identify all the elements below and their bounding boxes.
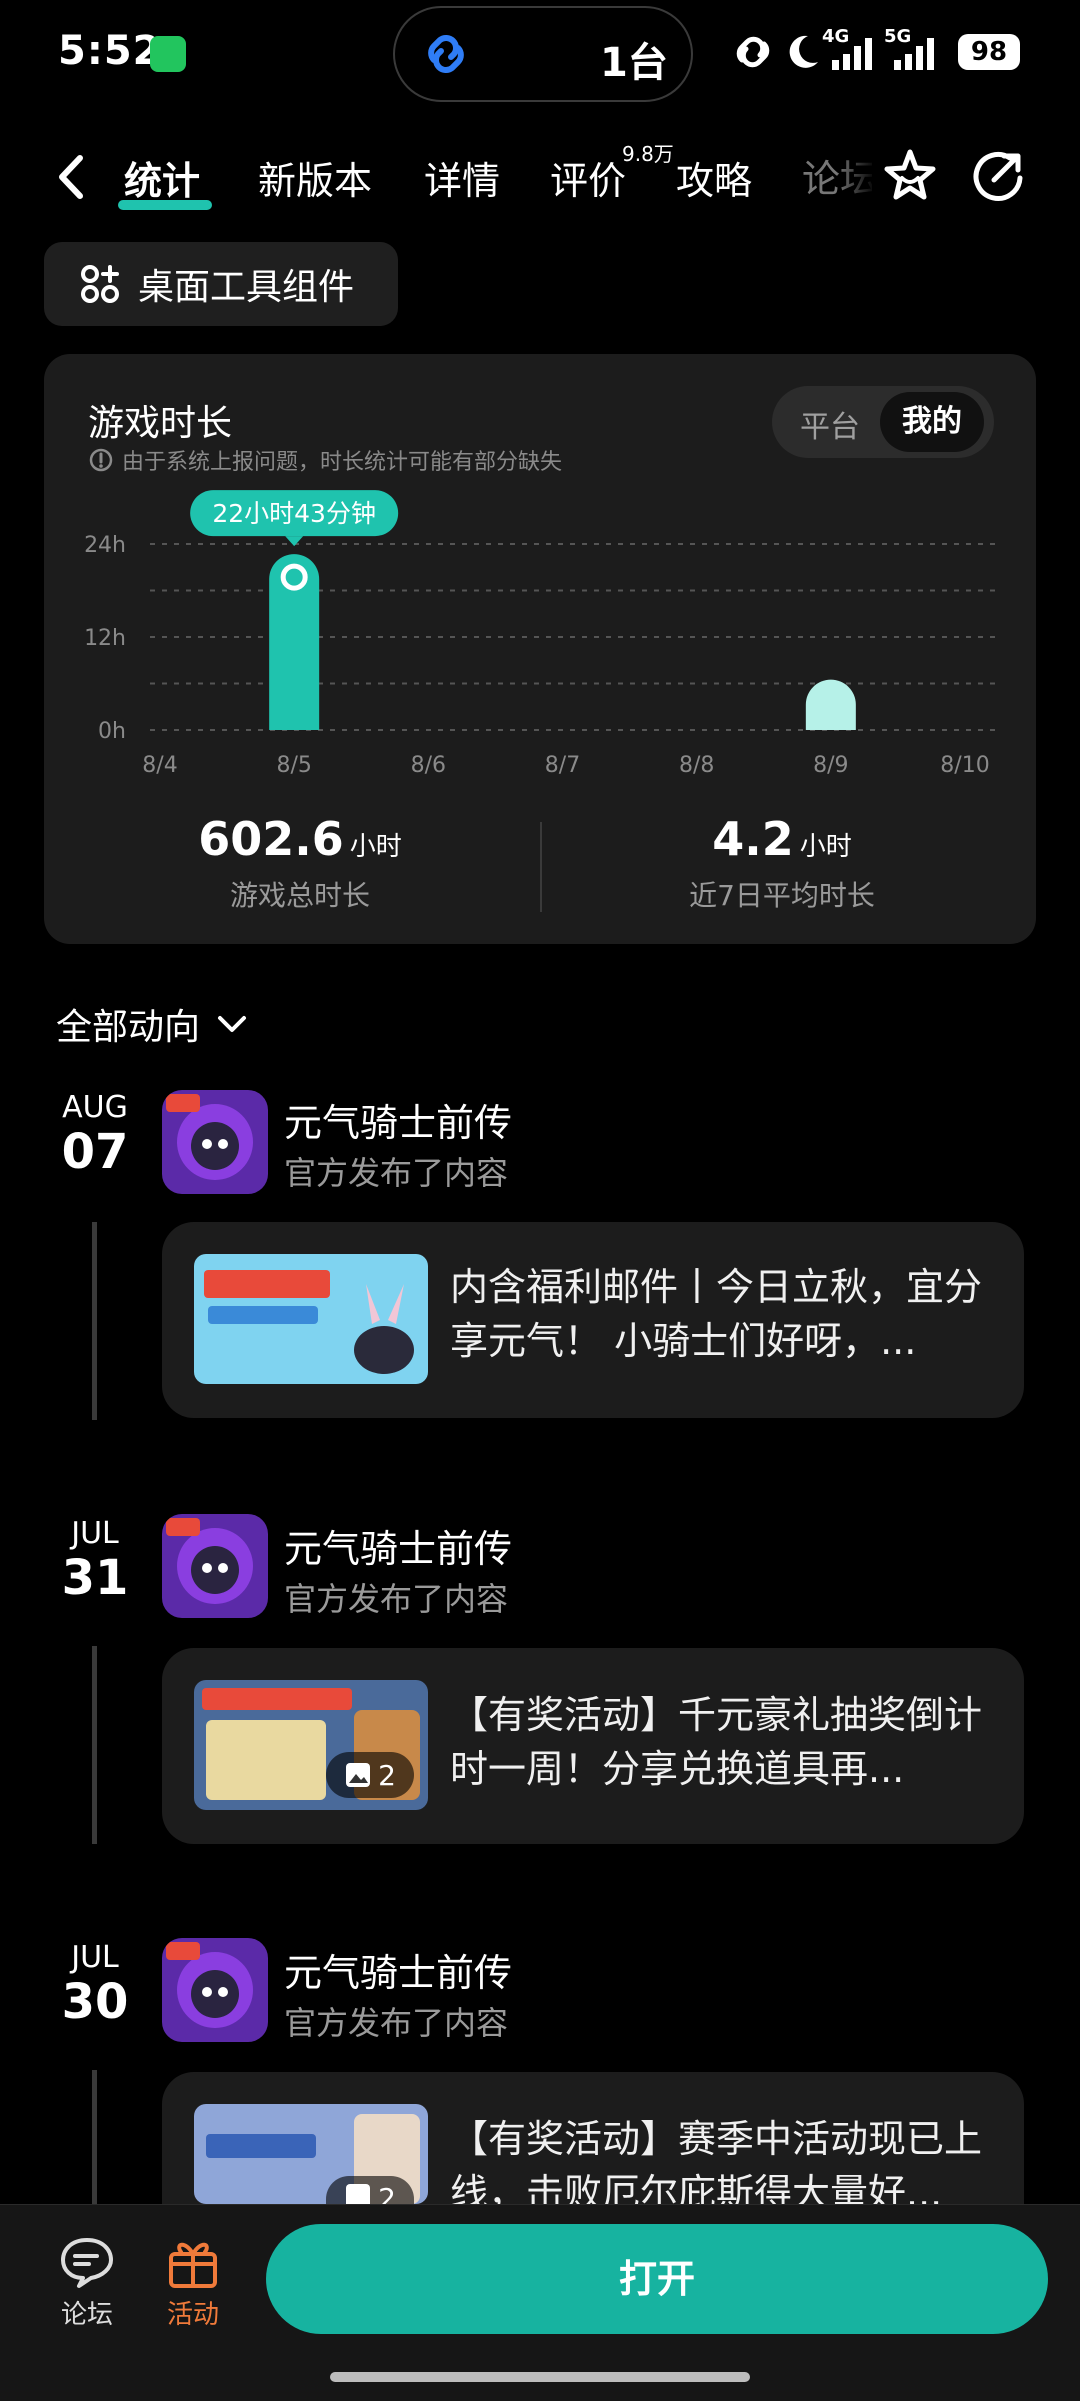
chart-bar — [805, 679, 856, 730]
post-text: 【有奖活动】赛季中活动现已上线，击败厄尔庇斯得大量好... — [450, 2117, 983, 2204]
tab-guides[interactable]: 攻略 — [676, 150, 752, 205]
review-count-badge: 9.8万 — [622, 142, 674, 166]
signal-icon-2 — [894, 38, 934, 70]
link-icon — [428, 35, 464, 73]
info-icon — [89, 448, 113, 472]
feed-filter-label: 全部动向 — [56, 1007, 201, 1048]
x-tick-label: 8/4 — [142, 753, 177, 778]
total-playtime: 602.6 小时 — [60, 812, 540, 866]
post-source: 官方发布了内容 — [284, 1580, 509, 1618]
signal-icon — [832, 38, 872, 70]
y-tick-label: 12h — [84, 626, 126, 651]
playtime-chart: 24h 12h 0h 8/4 8/5 22小时43分钟 8/6 8/7 8/8 8/9 8/10 — [84, 490, 995, 778]
post-day: 07 — [61, 1124, 129, 1180]
image-count-badge: 2 — [326, 2176, 414, 2204]
timeline-line — [92, 1222, 97, 1420]
toggle-mine[interactable]: 我的 — [880, 392, 984, 452]
home-indicator[interactable] — [330, 2372, 750, 2382]
desktop-widget-label: 桌面工具组件 — [138, 267, 355, 308]
x-tick-label: 8/10 — [940, 753, 989, 778]
avg-playtime: 4.2 小时 — [542, 812, 1022, 866]
y-tick-label: 0h — [98, 719, 126, 744]
open-game-button[interactable]: 打开 — [266, 2224, 1048, 2334]
x-tick-label: 8/8 — [679, 753, 714, 778]
image-icon — [346, 2184, 371, 2204]
post-day: 30 — [61, 1974, 129, 2030]
tab-new-version[interactable]: 新版本 — [258, 150, 372, 205]
playtime-title: 游戏时长 — [88, 403, 233, 444]
post-text: 【有奖活动】千元豪礼抽奖倒计时一周！分享兑换道具再... — [450, 1693, 983, 1791]
back-arrow-icon[interactable] — [50, 150, 94, 204]
nav-activity[interactable]: 活动 — [160, 2234, 226, 2331]
post-day: 31 — [61, 1550, 129, 1606]
hotspot-link-icon — [736, 36, 770, 68]
image-count: 2 — [378, 1758, 396, 1792]
moon-icon — [789, 35, 818, 68]
avg-playtime-value: 4.2 — [712, 812, 794, 866]
feed-filter-dropdown[interactable]: 全部动向 — [56, 998, 250, 1050]
tab-fade-overlay — [836, 140, 876, 210]
game-icon[interactable] — [162, 1514, 268, 1618]
game-icon[interactable] — [162, 1090, 268, 1194]
battery-indicator: 98 — [958, 34, 1020, 70]
toggle-platform[interactable]: 平台 — [800, 402, 860, 446]
nav-forum-label: 论坛 — [60, 2300, 113, 2330]
widget-grid-icon — [81, 265, 119, 303]
star-icon[interactable] — [882, 148, 938, 204]
total-playtime-label: 游戏总时长 — [229, 879, 370, 912]
total-playtime-value: 602.6 — [198, 812, 344, 866]
nav-activity-label: 活动 — [166, 2300, 219, 2330]
y-tick-label: 24h — [84, 533, 126, 558]
x-tick-label: 8/6 — [411, 753, 446, 778]
timeline-line — [92, 2070, 97, 2204]
post-month: JUL — [71, 1940, 119, 1975]
forum-chat-icon — [61, 2238, 113, 2288]
x-tick-label: 8/7 — [545, 753, 580, 778]
game-name[interactable]: 元气骑士前传 — [284, 1518, 512, 1573]
avg-playtime-label: 近7日平均时长 — [689, 879, 875, 912]
image-count: 2 — [378, 2182, 396, 2204]
playtime-note-text: 由于系统上报问题，时长统计可能有部分缺失 — [122, 450, 563, 475]
post-thumbnail — [194, 1254, 428, 1384]
nav-forum[interactable]: 论坛 — [54, 2234, 120, 2331]
tab-details[interactable]: 详情 — [424, 150, 500, 205]
chart-bar — [269, 554, 320, 730]
chart-tooltip-pointer — [285, 536, 304, 547]
game-name[interactable]: 元气骑士前传 — [284, 1942, 512, 1997]
playtime-note: 由于系统上报问题，时长统计可能有部分缺失 — [88, 444, 562, 476]
avg-playtime-unit: 小时 — [799, 832, 852, 862]
timeline-line — [92, 1646, 97, 1844]
game-icon[interactable] — [162, 1938, 268, 2042]
tab-stats[interactable]: 统计 — [124, 150, 200, 205]
chart-tooltip-text: 22小时43分钟 — [212, 499, 376, 528]
x-tick-label: 8/5 — [276, 753, 311, 778]
game-name[interactable]: 元气骑士前传 — [284, 1092, 512, 1147]
total-playtime-unit: 小时 — [349, 832, 402, 862]
island-text: 1台 — [600, 40, 668, 86]
chevron-down-icon — [218, 1016, 247, 1032]
post-text: 内含福利邮件丨今日立秋，宜分享元气！ 小骑士们好呀，... — [450, 1265, 983, 1363]
post-month: JUL — [71, 1516, 119, 1551]
desktop-widget-button[interactable]: 桌面工具组件 — [44, 242, 398, 326]
share-icon[interactable] — [970, 148, 1026, 204]
post-month: AUG — [62, 1090, 128, 1125]
image-icon — [346, 1763, 371, 1787]
gift-icon — [169, 2242, 217, 2288]
notification-app-icon — [150, 36, 186, 72]
post-source: 官方发布了内容 — [284, 2004, 509, 2042]
x-tick-label: 8/9 — [813, 753, 848, 778]
tab-reviews[interactable]: 评价 — [550, 150, 626, 205]
status-time: 5:52 — [58, 28, 162, 74]
image-count-badge: 2 — [326, 1752, 414, 1798]
post-source: 官方发布了内容 — [284, 1154, 509, 1192]
